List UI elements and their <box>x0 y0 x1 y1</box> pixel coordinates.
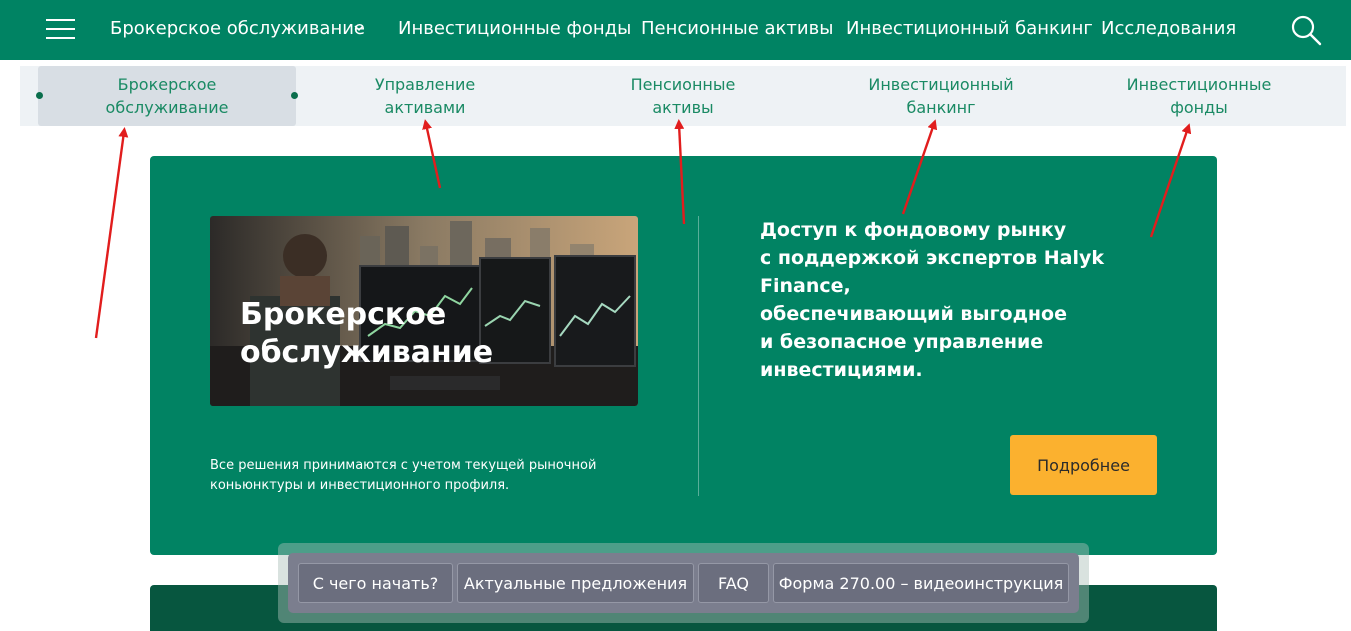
subnav-item-investment-funds[interactable]: Инвестиционные фонды <box>1120 66 1278 126</box>
nav-item-brokerage[interactable]: Брокерское обслуживание <box>110 18 365 40</box>
subnav-item-investment-banking[interactable]: Инвестиционный банкинг <box>860 66 1022 126</box>
subnav-item-brokerage[interactable]: Брокерское обслуживание <box>38 66 296 126</box>
slider-dot-right <box>291 92 298 99</box>
nav-item-pension-assets[interactable]: Пенсионные активы <box>641 18 833 40</box>
nav-item-investment-funds[interactable]: Инвестиционные фонды <box>398 18 631 40</box>
vertical-divider <box>698 216 699 496</box>
chevron-down-icon[interactable] <box>353 22 365 34</box>
subnav-item-pension-assets[interactable]: Пенсионные активы <box>604 66 762 126</box>
card-disclaimer-text: Все решения принимаются с учетом текущей… <box>210 458 597 493</box>
tab-getting-started[interactable]: С чего начать? <box>298 563 453 603</box>
tab-form-270-video[interactable]: Форма 270.00 – видеоинструкция <box>773 563 1069 603</box>
hero-title: Брокерское обслуживание <box>240 297 494 370</box>
nav-item-investment-banking[interactable]: Инвестиционный банкинг <box>846 18 1093 40</box>
subnav-item-label: Инвестиционный банкинг <box>868 75 1014 117</box>
subnav-item-label: Пенсионные активы <box>630 75 736 117</box>
annotation-arrow <box>94 127 129 339</box>
more-details-button[interactable]: Подробнее <box>1010 435 1157 495</box>
search-icon[interactable] <box>1290 14 1322 46</box>
brokerage-info-card: Брокерское обслуживание Все решения прин… <box>150 156 1217 555</box>
hero-image-trader-at-monitors: Брокерское обслуживание <box>210 216 638 406</box>
tab-faq[interactable]: FAQ <box>698 563 769 603</box>
subnav-item-label: Инвестиционные фонды <box>1126 75 1272 117</box>
subnav-item-label: Управление активами <box>374 75 476 117</box>
hamburger-menu-icon[interactable] <box>46 19 75 39</box>
sub-navigation: Брокерское обслуживание Управление актив… <box>20 66 1346 126</box>
nav-item-research[interactable]: Исследования <box>1101 18 1236 40</box>
slider-dot-left <box>36 92 43 99</box>
subnav-item-asset-management[interactable]: Управление активами <box>346 66 504 126</box>
card-description: Доступ к фондовому рынку с поддержкой эк… <box>760 219 1105 381</box>
top-navigation-bar: Брокерское обслуживание Инвестиционные ф… <box>0 0 1351 60</box>
subnav-item-label: Брокерское обслуживание <box>105 75 229 117</box>
tab-current-offers[interactable]: Актуальные предложения <box>457 563 694 603</box>
